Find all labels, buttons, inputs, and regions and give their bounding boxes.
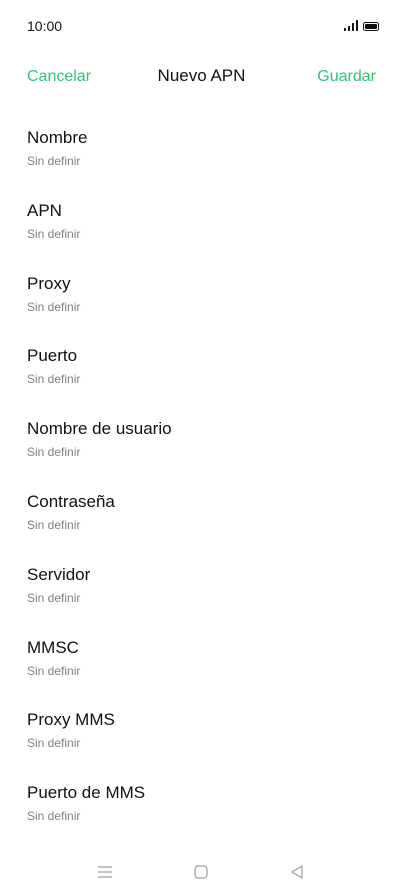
settings-list: Nombre Sin definir APN Sin definir Proxy… xyxy=(0,112,403,840)
setting-item-mmsc[interactable]: MMSC Sin definir xyxy=(0,622,403,695)
setting-item-nombre-de-usuario[interactable]: Nombre de usuario Sin definir xyxy=(0,403,403,476)
setting-label: Nombre xyxy=(27,128,88,147)
setting-value: Sin definir xyxy=(27,154,81,168)
status-icons xyxy=(343,20,379,31)
signal-icon xyxy=(343,20,358,31)
setting-item-proxy[interactable]: Proxy Sin definir xyxy=(0,258,403,331)
status-bar: 10:00 xyxy=(0,0,403,52)
setting-label: Nombre de usuario xyxy=(27,419,172,439)
setting-value: Sin definir xyxy=(27,663,81,678)
header: Cancelar Nuevo APN Guardar xyxy=(0,56,403,98)
setting-item-servidor[interactable]: Servidor Sin definir xyxy=(0,549,403,622)
menu-icon[interactable] xyxy=(93,862,117,882)
home-icon[interactable] xyxy=(189,862,213,882)
setting-value: Sin definir xyxy=(27,517,81,532)
setting-value: Sin definir xyxy=(27,299,81,314)
setting-item-nombre[interactable]: Nombre Sin definir xyxy=(0,112,403,185)
setting-item-contrasena[interactable]: Contraseña Sin definir xyxy=(0,476,403,549)
setting-item-proxy-mms[interactable]: Proxy MMS Sin definir xyxy=(0,694,403,767)
setting-label: MMSC xyxy=(27,637,79,657)
setting-label: Servidor xyxy=(27,564,91,584)
setting-value: Sin definir xyxy=(27,736,81,751)
setting-label: APN xyxy=(27,200,62,220)
setting-value: Sin definir xyxy=(27,226,81,241)
setting-item-puerto[interactable]: Puerto Sin definir xyxy=(0,330,403,403)
back-icon[interactable] xyxy=(285,862,309,882)
status-time: 10:00 xyxy=(27,18,63,34)
setting-value: Sin definir xyxy=(27,809,81,824)
setting-label: Contraseña xyxy=(27,491,115,511)
setting-item-apn[interactable]: APN Sin definir xyxy=(0,185,403,258)
setting-value: Sin definir xyxy=(27,590,81,605)
setting-label: Proxy xyxy=(27,273,71,293)
battery-icon xyxy=(363,22,379,31)
save-button[interactable]: Guardar xyxy=(317,68,376,86)
setting-item-puerto-de-mms[interactable]: Puerto de MMS Sin definir xyxy=(0,767,403,840)
setting-value: Sin definir xyxy=(27,445,81,460)
setting-label: Proxy MMS xyxy=(27,710,115,730)
setting-label: Puerto xyxy=(27,346,78,366)
setting-value: Sin definir xyxy=(27,372,81,387)
nav-bar xyxy=(0,848,403,896)
setting-label: Puerto de MMS xyxy=(27,783,146,803)
